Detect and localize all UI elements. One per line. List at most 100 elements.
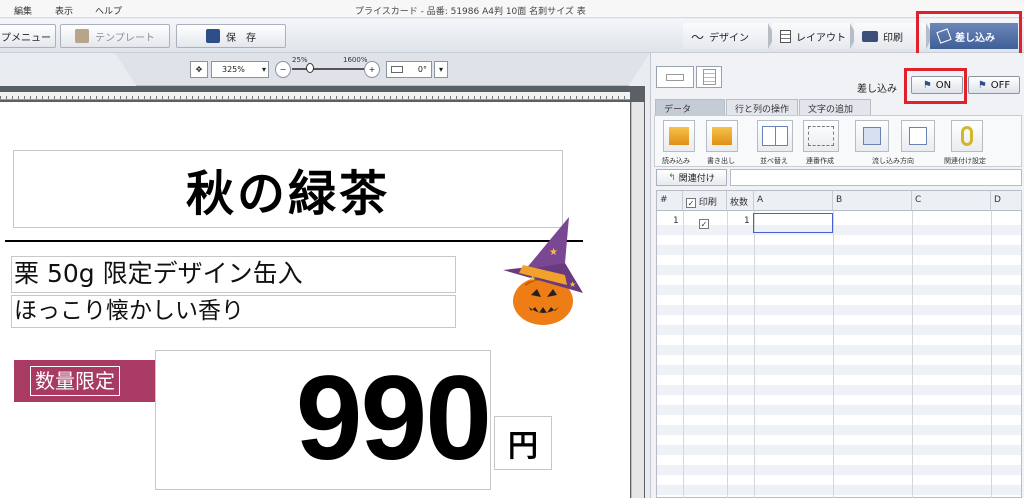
grid-divider (833, 211, 834, 498)
flow-horizontal-button[interactable] (901, 120, 935, 152)
zoom-slider-handle[interactable] (306, 63, 314, 73)
grid-header-a[interactable]: A (754, 191, 833, 211)
headline-text: 秋の緑茶 (185, 166, 390, 222)
serial-number-button[interactable] (803, 120, 839, 152)
link-settings-button[interactable] (951, 120, 983, 152)
grid-header-count-label: 枚数 (730, 198, 749, 208)
grid-header-c[interactable]: C (912, 191, 991, 211)
description-line1-box[interactable]: 栗 50g 限定デザイン缶入 (11, 256, 456, 293)
subtab-add-text-label: 文字の追加 (808, 105, 854, 115)
grid-header-a-label: A (757, 195, 764, 205)
export-icon (712, 127, 732, 145)
currency-label: 円 (508, 429, 538, 464)
subtab-data[interactable]: データ (655, 99, 725, 115)
headline-text-box[interactable]: 秋の緑茶 (13, 150, 563, 228)
sort-button[interactable] (757, 120, 793, 152)
save-label: 保 存 (226, 32, 256, 44)
list-view-button[interactable] (696, 66, 722, 88)
tab-layout[interactable]: レイアウト (772, 23, 857, 49)
flow-direction-label: 流し込み方向 (872, 157, 914, 165)
link-arrow-icon: ↰ (668, 172, 676, 183)
import-button[interactable] (663, 120, 695, 152)
link-field[interactable] (730, 169, 1022, 186)
template-button[interactable]: テンプレート (60, 24, 170, 48)
rotation-dropdown[interactable]: ▾ (434, 61, 448, 78)
halloween-pumpkin-icon[interactable]: ★ ★ ★ (495, 215, 595, 330)
row-count: 1 (744, 216, 750, 226)
chevron-down-icon: ▾ (261, 65, 266, 74)
limited-quantity-badge[interactable]: 数量限定 (14, 360, 156, 402)
link-settings-label: 関連付け設定 (944, 157, 986, 165)
printer-icon (862, 30, 878, 42)
zoom-in-icon[interactable]: + (364, 61, 380, 78)
menu-bar: 編集 表示 ヘルプ プライスカード ‐ 品番: 51986 A4判 10面 名刺… (0, 0, 1024, 18)
subtab-add-text[interactable]: 文字の追加 (799, 99, 871, 115)
fit-icon[interactable]: ✥ (190, 61, 208, 78)
list-view-icon (703, 69, 716, 85)
row-print-check: ✓ (699, 219, 709, 229)
zoom-slider-track[interactable] (292, 68, 364, 70)
canvas-scrollbar[interactable] (631, 102, 644, 498)
rotation-field[interactable]: 0° (386, 61, 432, 78)
description-line2: ほっこり懐かしい香り (14, 298, 244, 324)
export-button[interactable] (706, 120, 738, 152)
print-all-checkbox[interactable]: ✓ (686, 197, 696, 208)
svg-text:★: ★ (529, 274, 536, 283)
zoom-value: 325% (222, 65, 245, 74)
menu-edit[interactable]: 編集 (14, 4, 32, 17)
grid-divider (912, 211, 913, 498)
grid-header-d-label: D (994, 195, 1001, 205)
tab-print-label: 印刷 (883, 32, 903, 44)
subtab-rows-columns[interactable]: 行と列の操作 (726, 99, 798, 115)
subtab-rows-columns-label: 行と列の操作 (735, 105, 790, 115)
grid-header-c-label: C (915, 195, 922, 205)
merge-off-button[interactable]: ⚑ OFF (968, 76, 1020, 94)
currency-box[interactable]: 円 (494, 416, 552, 470)
link-button[interactable]: ↰ 関連付け (656, 169, 727, 186)
highlight-merge-tab (916, 11, 1022, 57)
main-menu-button[interactable]: プメニュー (0, 24, 56, 48)
single-view-icon (666, 74, 684, 81)
tab-design[interactable]: 〜 デザイン (683, 23, 775, 49)
import-label: 読み込み (662, 157, 690, 165)
flow-vertical-button[interactable] (855, 120, 889, 152)
grid-header-print[interactable]: ✓ 印刷 (683, 191, 727, 211)
grid-header-d[interactable]: D (991, 191, 1022, 211)
zoom-out-icon[interactable]: − (275, 61, 291, 78)
menu-help[interactable]: ヘルプ (95, 4, 122, 17)
tab-layout-label: レイアウト (796, 32, 846, 44)
svg-text:★: ★ (569, 280, 576, 289)
subtab-data-label: データ (664, 105, 692, 115)
highlight-on-button (904, 68, 967, 104)
selected-cell-a1[interactable] (753, 213, 833, 233)
grid-header-count[interactable]: 枚数 (727, 191, 754, 211)
panel-subtabs: データ 行と列の操作 文字の追加 (655, 99, 872, 115)
app-window: 編集 表示 ヘルプ プライスカード ‐ 品番: 51986 A4判 10面 名刺… (0, 0, 1024, 498)
row-number: 1 (673, 216, 679, 226)
grid-divider (991, 211, 992, 498)
design-icon: 〜 (691, 30, 705, 46)
row-print-checkbox[interactable]: ✓ (699, 215, 709, 235)
grid-header-b[interactable]: B (833, 191, 912, 211)
serial-number-icon (808, 126, 834, 146)
price-value: 990 (295, 351, 492, 485)
template-label: テンプレート (95, 32, 155, 44)
sort-icon (762, 126, 788, 146)
zoom-select[interactable]: 325% ▾ (211, 61, 269, 78)
flow-horizontal-icon (909, 127, 927, 145)
badge-label: 数量限定 (30, 366, 120, 396)
export-label: 書き出し (707, 157, 735, 165)
single-view-button[interactable] (656, 66, 694, 88)
zoom-min-label: 25% (292, 56, 308, 64)
grid-header-number[interactable]: # (657, 191, 683, 211)
main-menu-label: プメニュー (1, 32, 51, 44)
save-button[interactable]: 保 存 (176, 24, 286, 48)
grid-header-number-label: # (660, 195, 668, 205)
toolbar: プメニュー テンプレート 保 存 〜 デザイン レイアウト 印刷 差し込み (0, 11, 1024, 57)
grid-header-print-label: 印刷 (698, 198, 717, 208)
menu-view[interactable]: 表示 (55, 4, 73, 17)
flow-vertical-icon (863, 127, 881, 145)
ruler (0, 92, 630, 100)
description-line1: 栗 50g 限定デザイン缶入 (14, 259, 303, 288)
description-line2-box[interactable]: ほっこり懐かしい香り (11, 295, 456, 328)
